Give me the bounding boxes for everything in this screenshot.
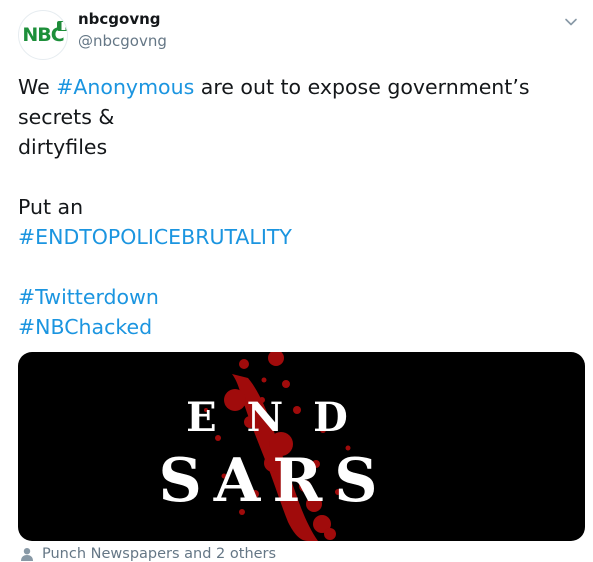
avatar[interactable]: NBC: [18, 10, 68, 60]
tweet-line-6: #Twitterdown: [18, 282, 578, 312]
text-segment: We: [18, 75, 57, 99]
user-handle[interactable]: @nbcgovng: [78, 32, 167, 50]
display-name[interactable]: nbcgovng: [78, 10, 161, 28]
tweet-line-4: Put an: [18, 195, 84, 219]
tweet-line-7: #NBChacked: [18, 312, 578, 342]
tweet-line-3: dirtyfiles: [18, 135, 108, 159]
tweet-media-image[interactable]: END SARS: [18, 352, 585, 541]
tagged-users[interactable]: Punch Newspapers and 2 others: [20, 546, 276, 562]
hashtag-link[interactable]: #NBChacked: [18, 315, 152, 339]
hashtag-link[interactable]: #ENDTOPOLICEBRUTALITY: [18, 225, 292, 249]
tweet-text: We #Anonymous are out to expose governme…: [18, 72, 578, 342]
text-segment: are out to expose government’s: [194, 75, 530, 99]
hashtag-link[interactable]: #Anonymous: [56, 75, 194, 99]
tweet-line-2: secrets &: [18, 105, 115, 129]
flag-icon: [56, 21, 67, 31]
hashtag-link[interactable]: #Twitterdown: [18, 285, 159, 309]
media-headline-end: END: [186, 394, 378, 441]
avatar-logo: NBC: [22, 21, 67, 46]
person-icon: [21, 548, 33, 561]
tweet-card: NBC nbcgovng @nbcgovng We #Anonymous are…: [0, 0, 593, 562]
media-headline-sars: SARS: [158, 446, 389, 516]
tweet-line-1: We #Anonymous are out to expose governme…: [18, 72, 578, 102]
chevron-down-icon[interactable]: [563, 14, 579, 30]
tagged-users-label: Punch Newspapers and 2 others: [42, 546, 277, 562]
end-sars-graphic: END SARS: [158, 352, 389, 541]
tweet-line-5: #ENDTOPOLICEBRUTALITY: [18, 222, 578, 252]
